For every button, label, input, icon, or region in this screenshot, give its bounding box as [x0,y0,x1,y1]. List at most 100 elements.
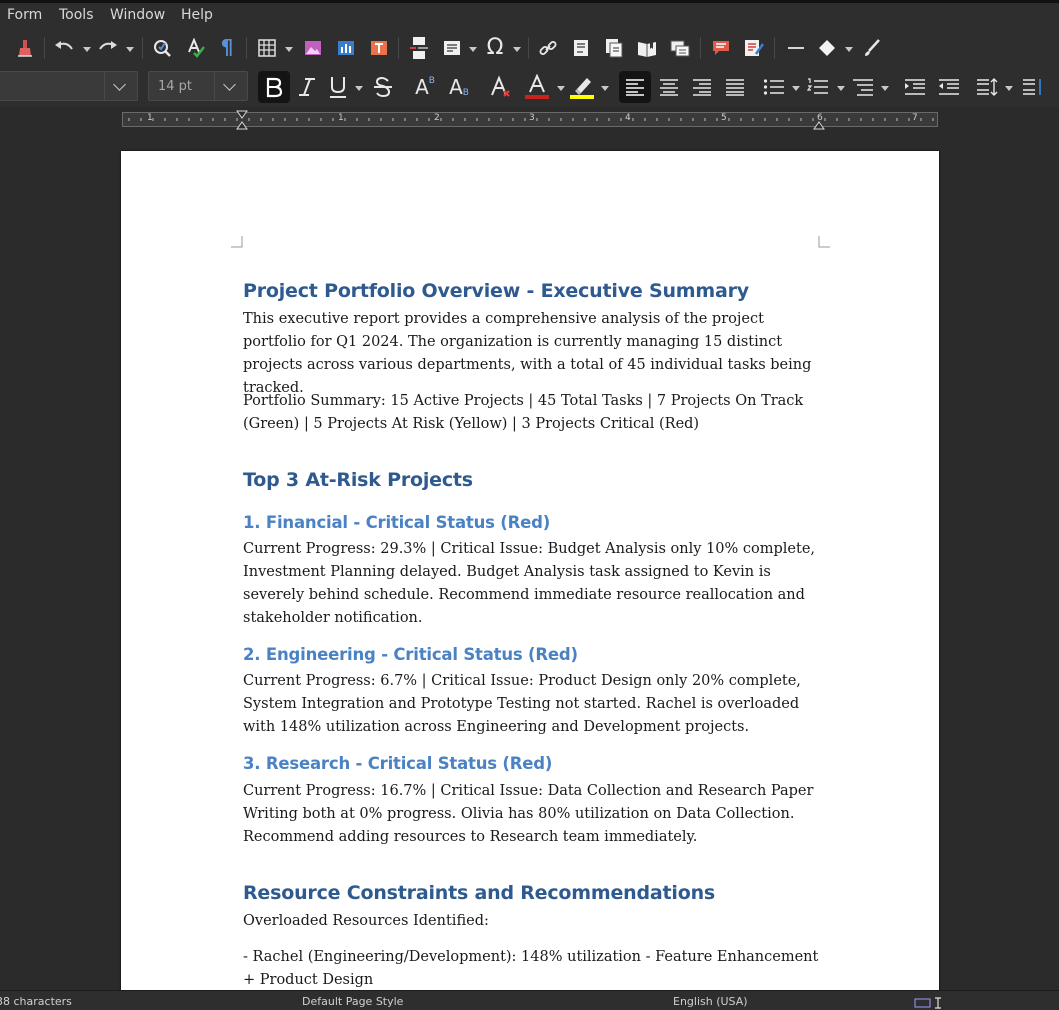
cross-reference-icon[interactable] [669,37,691,59]
ruler-number: 5 [721,113,727,123]
unordered-list-dropdown-icon[interactable] [792,86,800,91]
insert-image-icon[interactable] [302,37,324,59]
section-heading-resources[interactable]: Resource Constraints and Recommendations [243,882,715,904]
project-body-research[interactable]: Current Progress: 16.7% | Critical Issue… [243,780,823,849]
menu-window[interactable]: Window [110,7,165,23]
font-color-icon[interactable] [523,73,551,101]
ordered-list-dropdown-icon[interactable] [837,86,845,91]
insert-chart-icon[interactable] [335,37,357,59]
align-right-icon[interactable] [690,76,714,98]
insert-field-icon[interactable] [441,37,463,59]
align-center-icon[interactable] [657,76,681,98]
draw-functions-icon[interactable] [861,37,883,59]
highlight-dropdown-icon[interactable] [601,86,609,91]
special-character-icon[interactable]: Ω [482,34,508,60]
italic-icon[interactable] [295,75,319,99]
font-name-combo[interactable] [0,71,138,101]
basic-shapes-icon[interactable] [816,37,838,59]
intro-paragraph[interactable]: This executive report provides a compreh… [243,308,823,400]
toolbar-separator [44,37,45,59]
clear-direct-formatting-icon[interactable] [14,37,36,59]
list-item-rachel[interactable]: - Rachel (Engineering/Development): 148%… [243,946,823,992]
font-color-dropdown-icon[interactable] [557,86,565,91]
document-page[interactable]: Project Portfolio Overview - Executive S… [121,151,939,996]
word-count-status[interactable]: 38 characters [0,995,72,1008]
increase-indent-icon[interactable] [903,76,927,98]
underline-dropdown-icon[interactable] [355,86,363,91]
ruler-number: 1 [338,113,344,123]
highlight-color-icon[interactable] [568,73,596,101]
bold-button[interactable] [258,71,290,103]
outline-list-dropdown-icon[interactable] [881,86,889,91]
document-title[interactable]: Project Portfolio Overview - Executive S… [243,280,749,302]
undo-icon[interactable] [52,37,76,59]
project-body-engineering[interactable]: Current Progress: 6.7% | Critical Issue:… [243,670,825,739]
endnote-icon[interactable] [603,37,625,59]
ruler-number: 2 [434,113,440,123]
font-size-dropdown-button[interactable] [214,72,247,100]
project-body-financial[interactable]: Current Progress: 29.3% | Critical Issue… [243,538,823,630]
insert-table-icon[interactable] [256,37,278,59]
project-heading-financial[interactable]: 1. Financial - Critical Status (Red) [243,513,550,532]
insert-text-box-icon[interactable] [368,37,390,59]
superscript-icon[interactable]: AB [412,74,438,100]
font-size-value: 14 pt [158,79,193,94]
basic-shapes-dropdown-icon[interactable] [845,47,853,52]
page-style-status[interactable]: Default Page Style [302,995,403,1008]
ordered-list-icon[interactable] [806,76,830,98]
bookmark-icon[interactable] [636,37,658,59]
right-indent-marker-icon[interactable] [813,110,825,130]
outline-list-icon[interactable] [851,76,875,98]
menu-help[interactable]: Help [181,7,213,23]
table-dropdown-icon[interactable] [285,47,293,52]
footnote-icon[interactable] [570,37,592,59]
left-indent-marker-icon[interactable] [236,110,248,130]
ruler-number: 1 [147,113,153,123]
ruler-number: 3 [529,113,535,123]
redo-dropdown-icon[interactable] [126,47,134,52]
toolbar-separator [398,37,399,59]
insert-comment-icon[interactable] [710,37,732,59]
menu-bar: Form Tools Window Help [0,3,1059,29]
formatting-marks-icon[interactable]: ¶ [216,35,238,59]
track-changes-icon[interactable] [743,37,765,59]
subscript-marker: B [462,88,469,98]
view-layout-icon[interactable] [914,997,944,1009]
spelling-icon[interactable] [185,37,207,59]
ruler-number: 7 [912,113,918,123]
language-status[interactable]: English (USA) [673,995,748,1008]
find-replace-icon[interactable] [151,37,173,59]
clear-formatting-icon[interactable] [487,74,513,100]
unordered-list-icon[interactable] [762,76,786,98]
field-dropdown-icon[interactable] [469,47,477,52]
standard-toolbar: ¶ Ω [0,29,1059,67]
project-heading-engineering[interactable]: 2. Engineering - Critical Status (Red) [243,645,578,664]
font-name-dropdown-button[interactable] [104,72,137,100]
subscript-icon[interactable]: AB [446,74,472,100]
page-break-icon[interactable] [408,35,430,61]
align-left-button[interactable] [619,71,651,103]
special-character-dropdown-icon[interactable] [513,47,521,52]
paragraph-spacing-icon[interactable] [1021,76,1045,98]
redo-icon[interactable] [96,37,120,59]
hyperlink-icon[interactable] [537,37,559,59]
underline-icon[interactable] [326,74,350,100]
decrease-indent-icon[interactable] [937,76,961,98]
section-heading-at-risk[interactable]: Top 3 At-Risk Projects [243,469,473,491]
font-size-combo[interactable]: 14 pt [148,71,248,101]
insert-line-icon[interactable] [785,37,807,59]
menu-tools[interactable]: Tools [59,7,94,23]
undo-dropdown-icon[interactable] [83,47,91,52]
line-spacing-dropdown-icon[interactable] [1005,86,1013,91]
chevron-down-icon [223,78,236,91]
overloaded-label[interactable]: Overloaded Resources Identified: [243,910,823,933]
menu-form[interactable]: Form [7,7,42,23]
summary-paragraph[interactable]: Portfolio Summary: 15 Active Projects | … [243,390,823,436]
toolbar-separator [774,37,775,59]
horizontal-ruler[interactable]: 1 1 2 3 4 5 6 7 [0,107,1059,131]
strikethrough-icon[interactable] [371,75,395,99]
line-spacing-icon[interactable] [975,76,999,98]
justify-icon[interactable] [723,76,747,98]
formatting-toolbar: 14 pt AB AB [0,67,1059,107]
project-heading-research[interactable]: 3. Research - Critical Status (Red) [243,754,552,773]
